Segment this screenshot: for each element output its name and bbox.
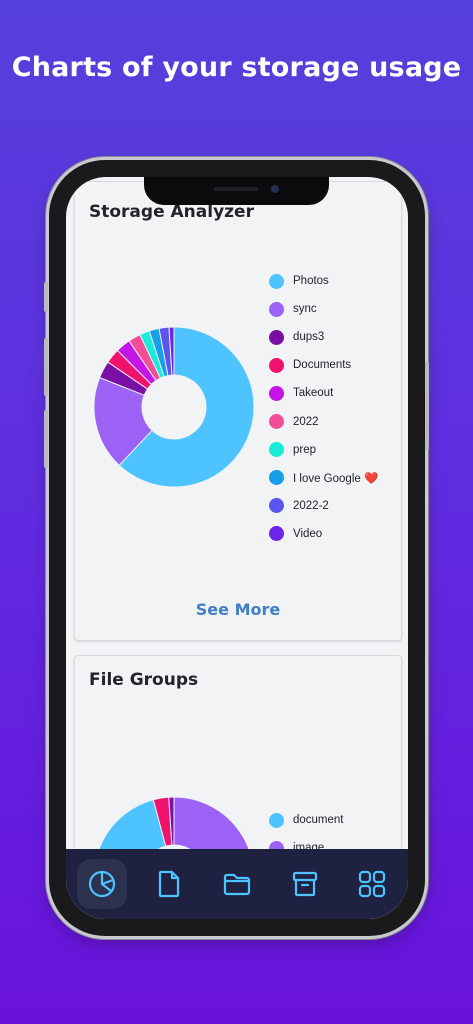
storage-legend-item: 2022 (269, 407, 378, 435)
file-icon (159, 870, 180, 898)
legend-swatch (269, 812, 284, 828)
notch (144, 177, 329, 205)
legend-label: Takeout (293, 387, 334, 400)
phone-volume-up-button (44, 338, 48, 396)
legend-label: sync (293, 303, 317, 316)
phone-mute-button (44, 282, 48, 312)
legend-swatch (269, 357, 284, 373)
see-more-link[interactable]: See More (75, 600, 401, 619)
legend-label: prep (293, 443, 317, 456)
storage-legend-item: dups3 (269, 323, 378, 351)
tab-files[interactable] (144, 859, 194, 909)
archive-icon (292, 871, 317, 897)
file-groups-title: File Groups (89, 670, 199, 690)
legend-label: Photos (293, 275, 329, 288)
tab-apps[interactable] (347, 859, 397, 909)
speaker (214, 187, 258, 191)
phone-screen: Storage Analyzer Photos sync dups3 Document… (66, 177, 408, 919)
legend-swatch (269, 273, 284, 289)
legend-swatch (269, 498, 284, 514)
legend-swatch (269, 442, 284, 458)
storage-legend-item: sync (269, 295, 378, 323)
storage-legend-item: Takeout (269, 379, 378, 407)
legend-label: Documents (293, 359, 352, 372)
camera (271, 185, 279, 193)
storage-legend-item: Video (269, 520, 378, 548)
storage-legend-item: prep (269, 436, 378, 464)
legend-label: 2022-2 (293, 499, 329, 512)
legend-swatch (269, 470, 284, 486)
storage-analyzer-title: Storage Analyzer (89, 202, 254, 222)
storage-legend: Photos sync dups3 Documents Takeout 2022 prep I… (269, 267, 378, 548)
phone-power-button (425, 362, 429, 450)
tab-folders[interactable] (212, 859, 262, 909)
storage-legend-item: Photos (269, 267, 378, 295)
bottom-tab-bar (66, 849, 408, 919)
phone-volume-down-button (44, 410, 48, 468)
storage-analyzer-card: Storage Analyzer Photos sync dups3 Document… (74, 181, 402, 641)
tab-charts[interactable] (76, 859, 127, 909)
folder-icon (223, 873, 251, 896)
legend-swatch (269, 329, 284, 345)
storage-legend-item: Documents (269, 351, 378, 379)
pie-chart-icon (88, 870, 115, 898)
legend-swatch (269, 526, 284, 542)
tab-archive[interactable] (280, 859, 330, 909)
legend-label: 2022 (293, 415, 319, 428)
legend-swatch (269, 414, 284, 430)
storage-legend-item: 2022-2 (269, 492, 378, 520)
legend-swatch (269, 385, 284, 401)
storage-donut-chart (93, 326, 255, 488)
file-groups-legend-item: document (269, 806, 344, 834)
legend-label: document (293, 814, 344, 827)
headline: Charts of your storage usage (11, 52, 462, 83)
legend-label: Video (293, 527, 323, 540)
legend-label: I love Google ❤️ (293, 472, 379, 485)
legend-swatch (269, 301, 284, 317)
grid-icon (359, 870, 386, 898)
storage-legend-item: I love Google ❤️ (269, 464, 378, 492)
legend-label: dups3 (293, 331, 325, 344)
